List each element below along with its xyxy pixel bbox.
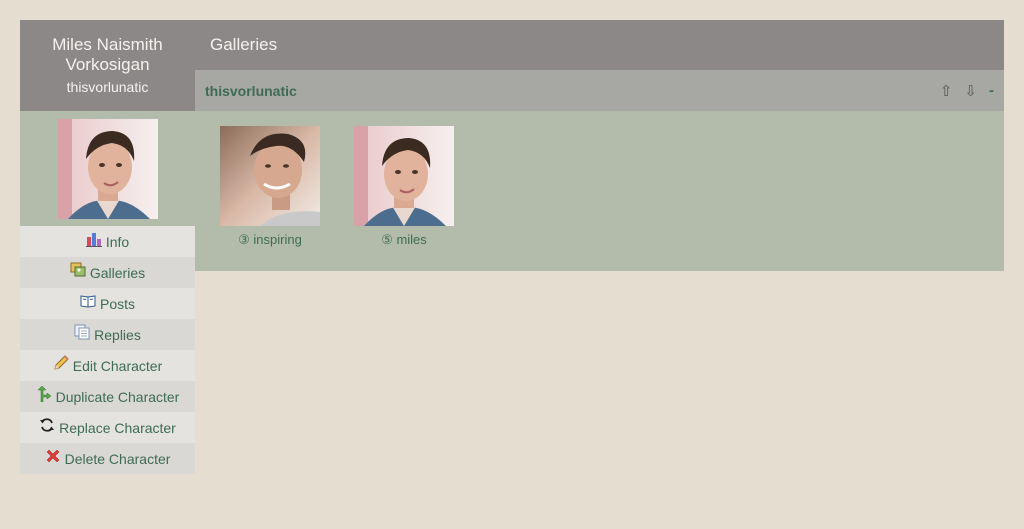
move-up-icon[interactable]: ⇧ [940,82,953,100]
menu-replace-character[interactable]: Replace Character [20,412,195,443]
menu-posts[interactable]: Posts [20,288,195,319]
menu-replies-label: Replies [94,326,141,343]
character-name: Miles Naismith Vorkosigan [52,34,163,74]
icon-caption[interactable]: ⑤ miles [354,232,454,248]
replies-icon [74,324,90,340]
book-icon [80,293,96,309]
menu-edit-character-label: Edit Character [72,357,163,374]
menu-duplicate-character-label: Duplicate Character [55,388,180,405]
avatar-container [20,111,195,226]
menu-delete-character[interactable]: Delete Character [20,443,195,474]
main-content: Galleries thisvorlunatic ⇧ ⇩ - ③ inspiri… [195,20,1004,271]
refresh-icon [39,417,55,433]
chart-icon [85,231,102,247]
pencil-icon [53,354,69,371]
menu-galleries-label: Galleries [89,264,146,281]
icon-thumbnail[interactable] [220,126,320,226]
menu-edit-character[interactable]: Edit Character [20,350,195,381]
gallery-icon-item[interactable]: ⑤ miles [354,126,454,248]
delete-icon [45,448,61,464]
galleries-icon [70,262,86,278]
gallery-controls: ⇧ ⇩ - [940,82,994,100]
icon-caption[interactable]: ③ inspiring [220,232,320,248]
icon-thumbnail[interactable] [354,126,454,226]
menu-posts-label: Posts [99,295,135,312]
gallery-icon-item[interactable]: ③ inspiring [220,126,320,248]
collapse-button[interactable]: - [989,82,994,99]
menu-info-label: Info [105,233,130,250]
duplicate-icon [36,385,52,402]
move-down-icon[interactable]: ⇩ [964,82,977,100]
menu-galleries[interactable]: Galleries [20,257,195,288]
menu-replies[interactable]: Replies [20,319,195,350]
gallery-name[interactable]: thisvorlunatic [205,83,297,99]
menu-duplicate-character[interactable]: Duplicate Character [20,381,195,412]
character-avatar [57,118,158,219]
gallery-header: thisvorlunatic ⇧ ⇩ - [195,70,1004,111]
character-sidebar: Miles Naismith Vorkosigan thisvorlunatic… [20,20,195,474]
gallery-icons: ③ inspiring ⑤ miles [195,111,1004,271]
page-title: Galleries [195,20,1004,70]
menu-delete-character-label: Delete Character [64,450,171,467]
character-header: Miles Naismith Vorkosigan thisvorlunatic [20,20,195,111]
menu-info[interactable]: Info [20,226,195,257]
character-screenname: thisvorlunatic [66,78,149,95]
menu-replace-character-label: Replace Character [59,419,176,436]
